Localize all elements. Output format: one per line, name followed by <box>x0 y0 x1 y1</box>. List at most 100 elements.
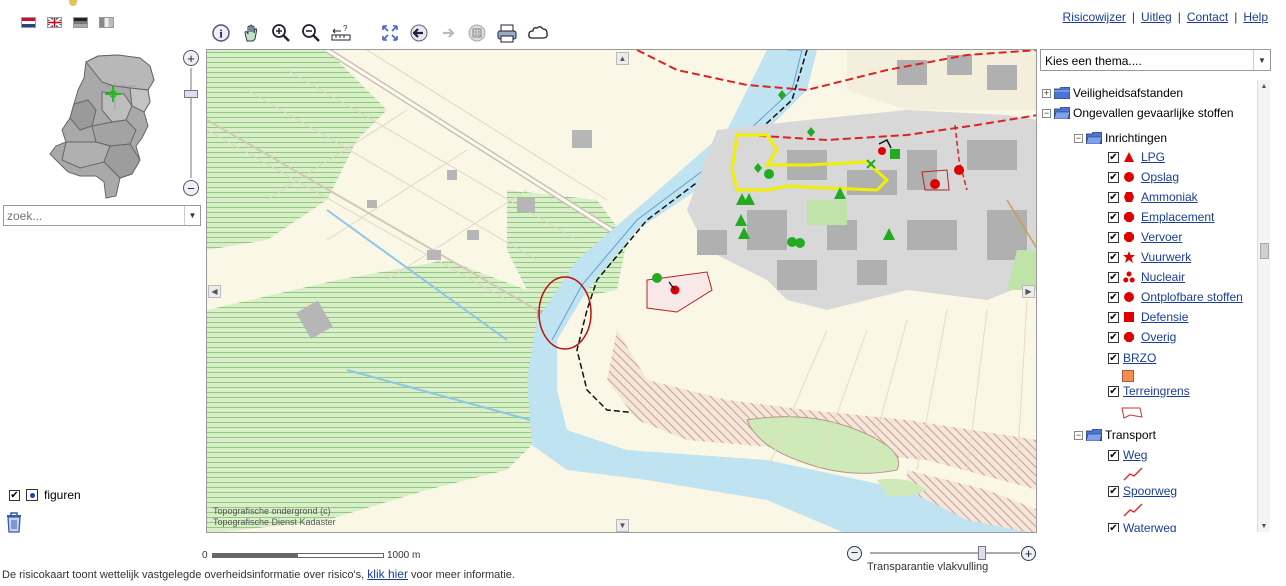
layer-checkbox[interactable]: ✔ <box>1108 331 1119 343</box>
layer-checkbox[interactable]: ✔ <box>1108 171 1119 183</box>
collapse-icon[interactable]: − <box>1074 430 1083 440</box>
search-combobox[interactable]: ▼ <box>3 205 201 226</box>
layer-link[interactable]: Vuurwerk <box>1141 250 1191 264</box>
search-dropdown-arrow[interactable]: ▼ <box>184 206 200 225</box>
layer-checkbox[interactable]: ✔ <box>1108 385 1119 397</box>
zoom-out-icon[interactable] <box>300 22 322 44</box>
tree-scroll-down[interactable]: ▼ <box>1258 520 1270 532</box>
layer-link[interactable]: Ontplofbare stoffen <box>1141 290 1243 304</box>
measure-icon[interactable]: ? <box>330 22 352 44</box>
zoom-out-button[interactable]: − <box>183 180 199 196</box>
layer-nucleair[interactable]: ✔ Nucleair <box>1108 268 1185 286</box>
collapse-icon[interactable]: − <box>1042 108 1051 118</box>
layer-emplacement[interactable]: ✔ Emplacement <box>1108 208 1214 226</box>
map-scroll-down[interactable]: ▼ <box>616 519 629 532</box>
tree-node-transport[interactable]: − Transport <box>1074 426 1156 444</box>
layer-checkbox[interactable]: ✔ <box>1108 352 1119 364</box>
figuren-checkbox[interactable]: ✔ <box>9 489 20 501</box>
layer-link[interactable]: Opslag <box>1141 170 1179 184</box>
chevron-down-icon[interactable]: ▼ <box>1253 50 1270 70</box>
layer-checkbox[interactable]: ✔ <box>1108 311 1119 323</box>
link-help[interactable]: Help <box>1243 10 1268 24</box>
transparency-minus-button[interactable]: − <box>847 546 862 561</box>
layer-defensie[interactable]: ✔ Defensie <box>1108 308 1188 326</box>
zoom-in-button[interactable]: + <box>183 50 199 66</box>
tree-scroll-thumb[interactable] <box>1260 243 1269 259</box>
back-icon[interactable] <box>408 22 430 44</box>
layer-overig[interactable]: ✔ Overig <box>1108 328 1176 346</box>
layer-checkbox[interactable]: ✔ <box>1108 211 1119 223</box>
layer-checkbox[interactable]: ✔ <box>1108 485 1119 497</box>
map-scroll-left[interactable]: ◀ <box>208 285 221 298</box>
tree-node-veiligheidsafstanden[interactable]: + Veiligheidsafstanden <box>1042 84 1183 102</box>
transparency-plus-button[interactable]: + <box>1021 546 1036 561</box>
layer-checkbox[interactable]: ✔ <box>1108 271 1119 283</box>
zoom-in-icon[interactable] <box>270 22 292 44</box>
transparency-track[interactable] <box>870 552 1020 554</box>
footer-link[interactable]: klik hier <box>367 567 408 581</box>
layer-link[interactable]: Defensie <box>1141 310 1188 324</box>
full-extent-icon[interactable] <box>379 22 401 44</box>
layer-link[interactable]: BRZO <box>1123 351 1156 365</box>
layer-link[interactable]: LPG <box>1141 150 1165 164</box>
figuren-row[interactable]: ✔ figuren <box>9 488 81 502</box>
tree-scroll-up[interactable]: ▲ <box>1258 80 1270 92</box>
layer-checkbox[interactable]: ✔ <box>1108 522 1119 532</box>
layer-weg[interactable]: ✔ Weg <box>1108 446 1147 464</box>
overview-icon[interactable] <box>466 22 488 44</box>
flag-nl-icon[interactable] <box>21 17 36 28</box>
collapse-icon[interactable]: − <box>1074 133 1083 143</box>
tree-label: Transport <box>1105 428 1156 442</box>
layer-link[interactable]: Terreingrens <box>1123 384 1190 398</box>
overview-map[interactable] <box>40 50 160 200</box>
layer-vervoer[interactable]: ✔ Vervoer <box>1108 228 1182 246</box>
layer-link[interactable]: Nucleair <box>1141 270 1185 284</box>
layer-waterweg[interactable]: ✔ Waterweg <box>1108 519 1177 532</box>
flag-fr-icon[interactable] <box>99 17 114 28</box>
map-scroll-up[interactable]: ▲ <box>616 52 629 65</box>
layer-vuurwerk[interactable]: ✔ Vuurwerk <box>1108 248 1191 266</box>
layer-opslag[interactable]: ✔ Opslag <box>1108 168 1179 186</box>
tree-scrollbar[interactable]: ▲ ▼ <box>1257 80 1270 532</box>
forward-icon[interactable] <box>437 22 459 44</box>
layer-checkbox[interactable]: ✔ <box>1108 231 1119 243</box>
layer-ontplofbare-stoffen[interactable]: ✔ Ontplofbare stoffen <box>1108 288 1243 306</box>
trash-icon[interactable] <box>4 511 24 533</box>
transparency-handle[interactable] <box>978 546 986 560</box>
map-canvas[interactable]: ▲ ▼ ◀ ▶ Topografische ondergrond (c) Top… <box>206 49 1037 533</box>
layer-terreingrens[interactable]: ✔ Terreingrens <box>1108 382 1190 400</box>
layer-link[interactable]: Waterweg <box>1123 521 1177 532</box>
search-input[interactable] <box>7 209 177 223</box>
flag-de-icon[interactable] <box>73 17 88 28</box>
link-risicowijzer[interactable]: Risicowijzer <box>1063 10 1126 24</box>
link-contact[interactable]: Contact <box>1187 10 1228 24</box>
layer-link[interactable]: Overig <box>1141 330 1176 344</box>
expand-icon[interactable]: + <box>1042 88 1051 98</box>
layer-link[interactable]: Ammoniak <box>1141 190 1198 204</box>
link-uitleg[interactable]: Uitleg <box>1141 10 1172 24</box>
print-icon[interactable] <box>496 22 518 44</box>
theme-select[interactable]: Kies een thema.... ▼ <box>1040 49 1271 71</box>
tree-node-ongevallen[interactable]: − Ongevallen gevaarlijke stoffen <box>1042 104 1234 122</box>
layer-checkbox[interactable]: ✔ <box>1108 191 1119 203</box>
layer-checkbox[interactable]: ✔ <box>1108 151 1119 163</box>
layer-ammoniak[interactable]: ✔ Ammoniak <box>1108 188 1198 206</box>
layer-link[interactable]: Emplacement <box>1141 210 1214 224</box>
layer-spoorweg[interactable]: ✔ Spoorweg <box>1108 482 1177 500</box>
layer-link[interactable]: Spoorweg <box>1123 484 1177 498</box>
cloud-draw-icon[interactable] <box>527 22 549 44</box>
zoom-slider-track[interactable] <box>190 68 192 178</box>
info-icon[interactable]: i <box>210 22 232 44</box>
layer-link[interactable]: Weg <box>1123 448 1147 462</box>
flag-uk-icon[interactable] <box>47 17 62 28</box>
zoom-slider-handle[interactable] <box>184 90 198 98</box>
layer-checkbox[interactable]: ✔ <box>1108 449 1119 461</box>
layer-link[interactable]: Vervoer <box>1141 230 1182 244</box>
map-scroll-right[interactable]: ▶ <box>1022 285 1035 298</box>
tree-node-inrichtingen[interactable]: − Inrichtingen <box>1074 129 1167 147</box>
layer-checkbox[interactable]: ✔ <box>1108 291 1119 303</box>
pan-hand-icon[interactable] <box>240 22 262 44</box>
layer-checkbox[interactable]: ✔ <box>1108 251 1119 263</box>
layer-brzo[interactable]: ✔ BRZO <box>1108 349 1156 367</box>
layer-lpg[interactable]: ✔ LPG <box>1108 148 1165 166</box>
